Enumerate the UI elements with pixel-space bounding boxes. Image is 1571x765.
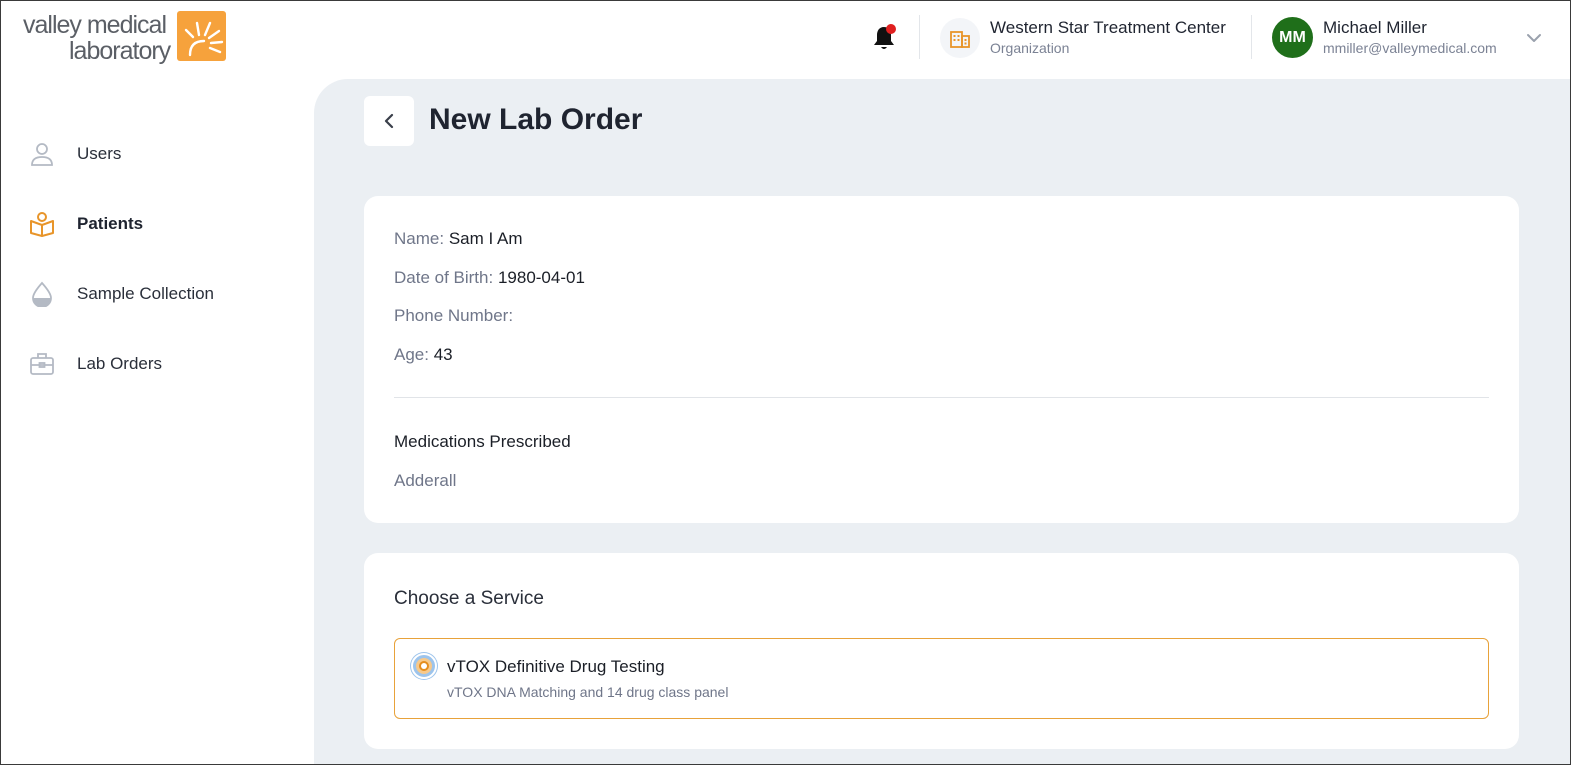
patient-name-label: Name: [394,229,445,248]
service-heading: Choose a Service [394,588,544,609]
main-content: New Lab Order Name: Sam I Am Date of Bir… [314,79,1570,764]
sunburst-logo-icon [177,11,226,61]
page-title: New Lab Order [429,103,643,136]
organization-name[interactable]: Western Star Treatment Center [990,18,1226,38]
sidebar-item-lab-orders[interactable]: Lab Orders [27,347,287,381]
section-divider [394,397,1489,398]
sidebar-item-label: Sample Collection [77,284,215,303]
briefcase-icon [27,351,57,377]
patient-info-card: Name: Sam I Am Date of Birth: 1980-04-01… [364,196,1519,523]
avatar[interactable]: MM [1272,17,1313,58]
medications-heading: Medications Prescribed [394,432,571,451]
patient-age-label: Age: [394,345,429,364]
sidebar-item-label: Patients [77,214,144,233]
sidebar-item-label: Users [77,144,122,163]
building-icon [940,18,980,58]
sidebar-nav: Users Patients Sample Collection Lab Ord… [1,79,314,764]
service-option-title: vTOX Definitive Drug Testing [447,657,665,676]
organization-role: Organization [990,40,1070,56]
patient-icon [27,211,57,237]
user-email: mmiller@valleymedical.com [1323,40,1497,56]
sidebar-item-patients[interactable]: Patients [27,207,287,241]
patient-phone-row: Phone Number: [394,306,513,326]
patient-dob-row: Date of Birth: 1980-04-01 [394,268,585,288]
sidebar-item-sample-collection[interactable]: Sample Collection [27,277,287,311]
service-card: Choose a Service vTOX Definitive Drug Te… [364,553,1519,749]
header-divider [1251,15,1252,59]
back-button[interactable] [364,96,414,146]
user-name[interactable]: Michael Miller [1323,18,1427,38]
user-icon [27,141,57,167]
logo-text-line2: laboratory [69,37,171,65]
company-logo[interactable]: valley medical laboratory [23,11,227,65]
patient-dob-value: 1980-04-01 [497,268,585,287]
service-option-vtox[interactable]: vTOX Definitive Drug Testing vTOX DNA Ma… [394,638,1489,719]
patient-name-row: Name: Sam I Am [394,229,523,249]
service-radio-selected[interactable] [411,653,437,679]
logo-text-line1: valley medical [23,11,167,39]
patient-name-value: Sam I Am [448,229,523,248]
patient-phone-label: Phone Number: [394,306,514,325]
patient-age-row: Age: 43 [394,345,453,365]
chevron-left-icon [384,113,394,129]
header-divider [919,15,920,59]
patient-age-value: 43 [433,345,453,364]
app-window: valley medical laboratory Western Star T… [0,0,1571,765]
patient-dob-label: Date of Birth: [394,268,494,287]
bell-icon[interactable] [869,23,899,53]
droplet-icon [27,281,57,308]
top-header: valley medical laboratory Western Star T… [1,1,1570,79]
chevron-down-icon[interactable] [1525,31,1543,45]
sidebar-item-users[interactable]: Users [27,137,287,171]
medication-item: Adderall [394,471,457,490]
service-option-description: vTOX DNA Matching and 14 drug class pane… [447,684,729,700]
sidebar-item-label: Lab Orders [77,354,163,373]
